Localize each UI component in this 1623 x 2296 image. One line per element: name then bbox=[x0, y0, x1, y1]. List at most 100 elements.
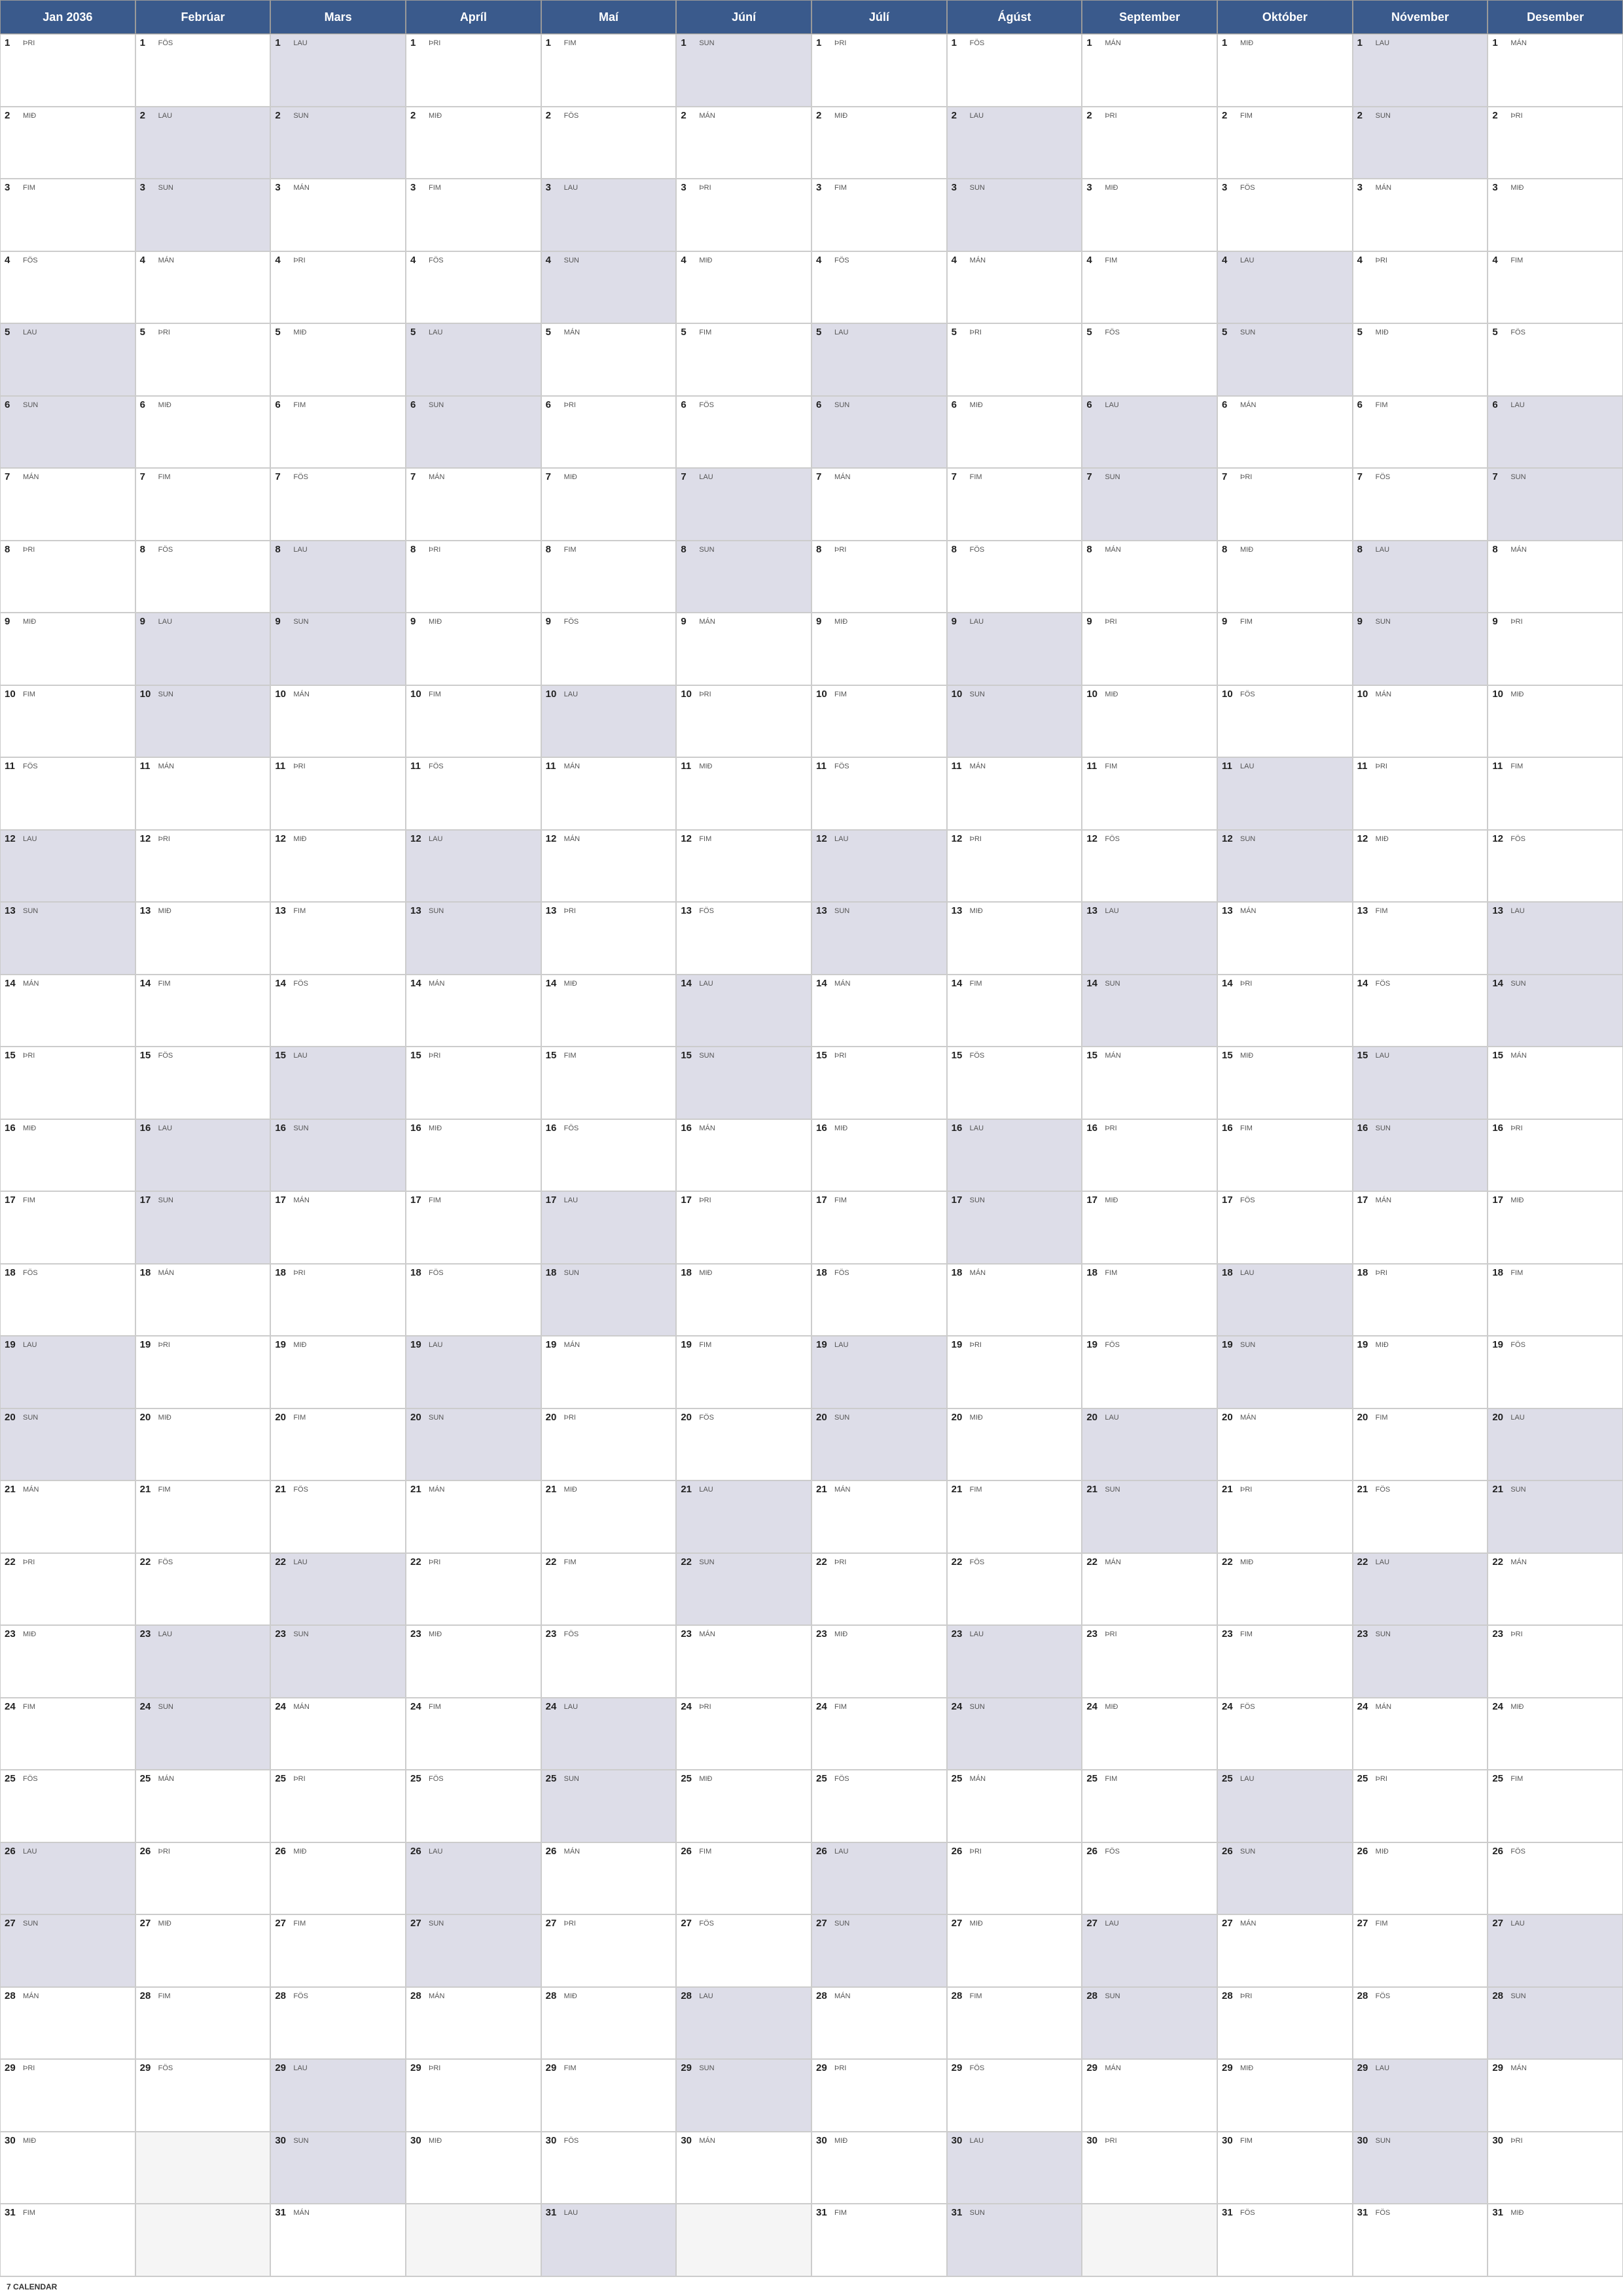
day-cell: 13SUN bbox=[0, 902, 135, 975]
day-number: 23 bbox=[546, 1628, 562, 1640]
day-number: 20 bbox=[1086, 1412, 1102, 1424]
day-cell: 4ÞRI bbox=[1353, 251, 1488, 324]
day-number: 29 bbox=[952, 2062, 967, 2074]
day-name: FIM bbox=[1240, 1630, 1253, 1639]
day-cell: 10FIM bbox=[0, 685, 135, 758]
day-cell: 12MIÐ bbox=[1353, 830, 1488, 903]
day-number: 18 bbox=[1357, 1267, 1373, 1279]
day-number: 3 bbox=[410, 182, 426, 194]
day-number: 27 bbox=[5, 1918, 20, 1929]
day-number: 18 bbox=[681, 1267, 696, 1279]
day-name: ÞRI bbox=[1105, 1124, 1116, 1133]
day-cell: 22FÖS bbox=[135, 1553, 271, 1626]
day-name: SUN bbox=[699, 2064, 714, 2073]
day-name: MÁN bbox=[158, 1269, 174, 1278]
day-number: 27 bbox=[1222, 1918, 1238, 1929]
day-number: 6 bbox=[681, 399, 696, 411]
day-number: 5 bbox=[1086, 327, 1102, 338]
day-name: SUN bbox=[834, 1920, 849, 1928]
day-number: 14 bbox=[1222, 978, 1238, 990]
day-number: 30 bbox=[1222, 2135, 1238, 2147]
day-cell: 23LAU bbox=[135, 1625, 271, 1698]
day-number: 27 bbox=[816, 1918, 832, 1929]
day-cell: 4LAU bbox=[1217, 251, 1353, 324]
day-name: SUN bbox=[970, 1196, 985, 1205]
day-cell: 10ÞRI bbox=[676, 685, 812, 758]
day-number: 21 bbox=[275, 1484, 291, 1496]
day-number: 11 bbox=[1492, 761, 1508, 772]
day-name: LAU bbox=[429, 1341, 442, 1350]
day-cell: 18ÞRI bbox=[1353, 1264, 1488, 1336]
day-number: 9 bbox=[1492, 616, 1508, 628]
day-name: LAU bbox=[834, 1848, 848, 1856]
day-number: 7 bbox=[410, 471, 426, 483]
day-cell: 23MIÐ bbox=[406, 1625, 541, 1698]
day-cell: 9LAU bbox=[947, 613, 1082, 685]
day-cell: 25ÞRI bbox=[270, 1770, 406, 1842]
header-sep: September bbox=[1082, 0, 1217, 34]
day-name: MÁN bbox=[23, 1486, 39, 1494]
day-name: SUN bbox=[1510, 980, 1525, 988]
day-number: 25 bbox=[1086, 1773, 1102, 1785]
day-name: FÖS bbox=[429, 1775, 444, 1784]
day-name: LAU bbox=[834, 835, 848, 844]
day-name: FÖS bbox=[293, 473, 308, 482]
day-name: FÖS bbox=[1240, 1196, 1255, 1205]
day-number: 8 bbox=[140, 544, 156, 556]
day-number: 7 bbox=[1357, 471, 1373, 483]
day-number: 3 bbox=[952, 182, 967, 194]
day-name: MÁN bbox=[564, 835, 580, 844]
day-name: SUN bbox=[1376, 1630, 1391, 1639]
day-cell: 12LAU bbox=[406, 830, 541, 903]
day-cell: 12MÁN bbox=[541, 830, 677, 903]
day-cell: 15ÞRI bbox=[406, 1047, 541, 1119]
day-name: ÞRI bbox=[970, 835, 982, 844]
day-name: MIÐ bbox=[834, 1124, 847, 1133]
day-cell: 31MIÐ bbox=[1488, 2204, 1623, 2276]
day-number: 11 bbox=[952, 761, 967, 772]
day-name: LAU bbox=[23, 1848, 37, 1856]
day-number: 22 bbox=[1222, 1556, 1238, 1568]
day-cell: 30FIM bbox=[1217, 2132, 1353, 2204]
day-name: FÖS bbox=[23, 1775, 38, 1784]
day-name: MIÐ bbox=[1105, 1196, 1118, 1205]
day-name: FIM bbox=[834, 2209, 847, 2217]
day-cell: 14SUN bbox=[1082, 975, 1217, 1047]
day-name: LAU bbox=[699, 1486, 713, 1494]
day-cell: 19FÖS bbox=[1488, 1336, 1623, 1408]
day-name: FÖS bbox=[23, 257, 38, 265]
day-name: FIM bbox=[1105, 1269, 1117, 1278]
day-cell: 14MÁN bbox=[406, 975, 541, 1047]
day-name: LAU bbox=[1376, 2064, 1389, 2073]
day-cell: 7MIÐ bbox=[541, 468, 677, 541]
day-cell: 17MIÐ bbox=[1488, 1191, 1623, 1264]
day-cell: 8LAU bbox=[270, 541, 406, 613]
day-number: 29 bbox=[275, 2062, 291, 2074]
day-cell: 7MÁN bbox=[406, 468, 541, 541]
day-cell: 23LAU bbox=[947, 1625, 1082, 1698]
day-cell: 2ÞRI bbox=[1082, 107, 1217, 179]
day-cell: 8ÞRI bbox=[0, 541, 135, 613]
day-name: ÞRI bbox=[429, 39, 440, 48]
day-number: 17 bbox=[1357, 1194, 1373, 1206]
day-name: LAU bbox=[1376, 39, 1389, 48]
day-cell: 12LAU bbox=[812, 830, 947, 903]
day-cell: 31MÁN bbox=[270, 2204, 406, 2276]
day-number: 19 bbox=[5, 1339, 20, 1351]
day-cell: 10SUN bbox=[947, 685, 1082, 758]
day-number: 21 bbox=[546, 1484, 562, 1496]
day-number: 11 bbox=[1222, 761, 1238, 772]
day-number: 14 bbox=[546, 978, 562, 990]
day-number: 22 bbox=[952, 1556, 967, 1568]
day-cell: 15FÖS bbox=[135, 1047, 271, 1119]
day-number: 9 bbox=[275, 616, 291, 628]
day-number: 1 bbox=[410, 37, 426, 49]
day-cell: 6SUN bbox=[0, 396, 135, 469]
day-number: 2 bbox=[5, 110, 20, 122]
day-cell: 5MIÐ bbox=[270, 323, 406, 396]
day-number: 22 bbox=[5, 1556, 20, 1568]
day-number: 11 bbox=[546, 761, 562, 772]
day-name: FÖS bbox=[23, 762, 38, 771]
day-name: MÁN bbox=[293, 1703, 309, 1712]
day-number: 25 bbox=[681, 1773, 696, 1785]
